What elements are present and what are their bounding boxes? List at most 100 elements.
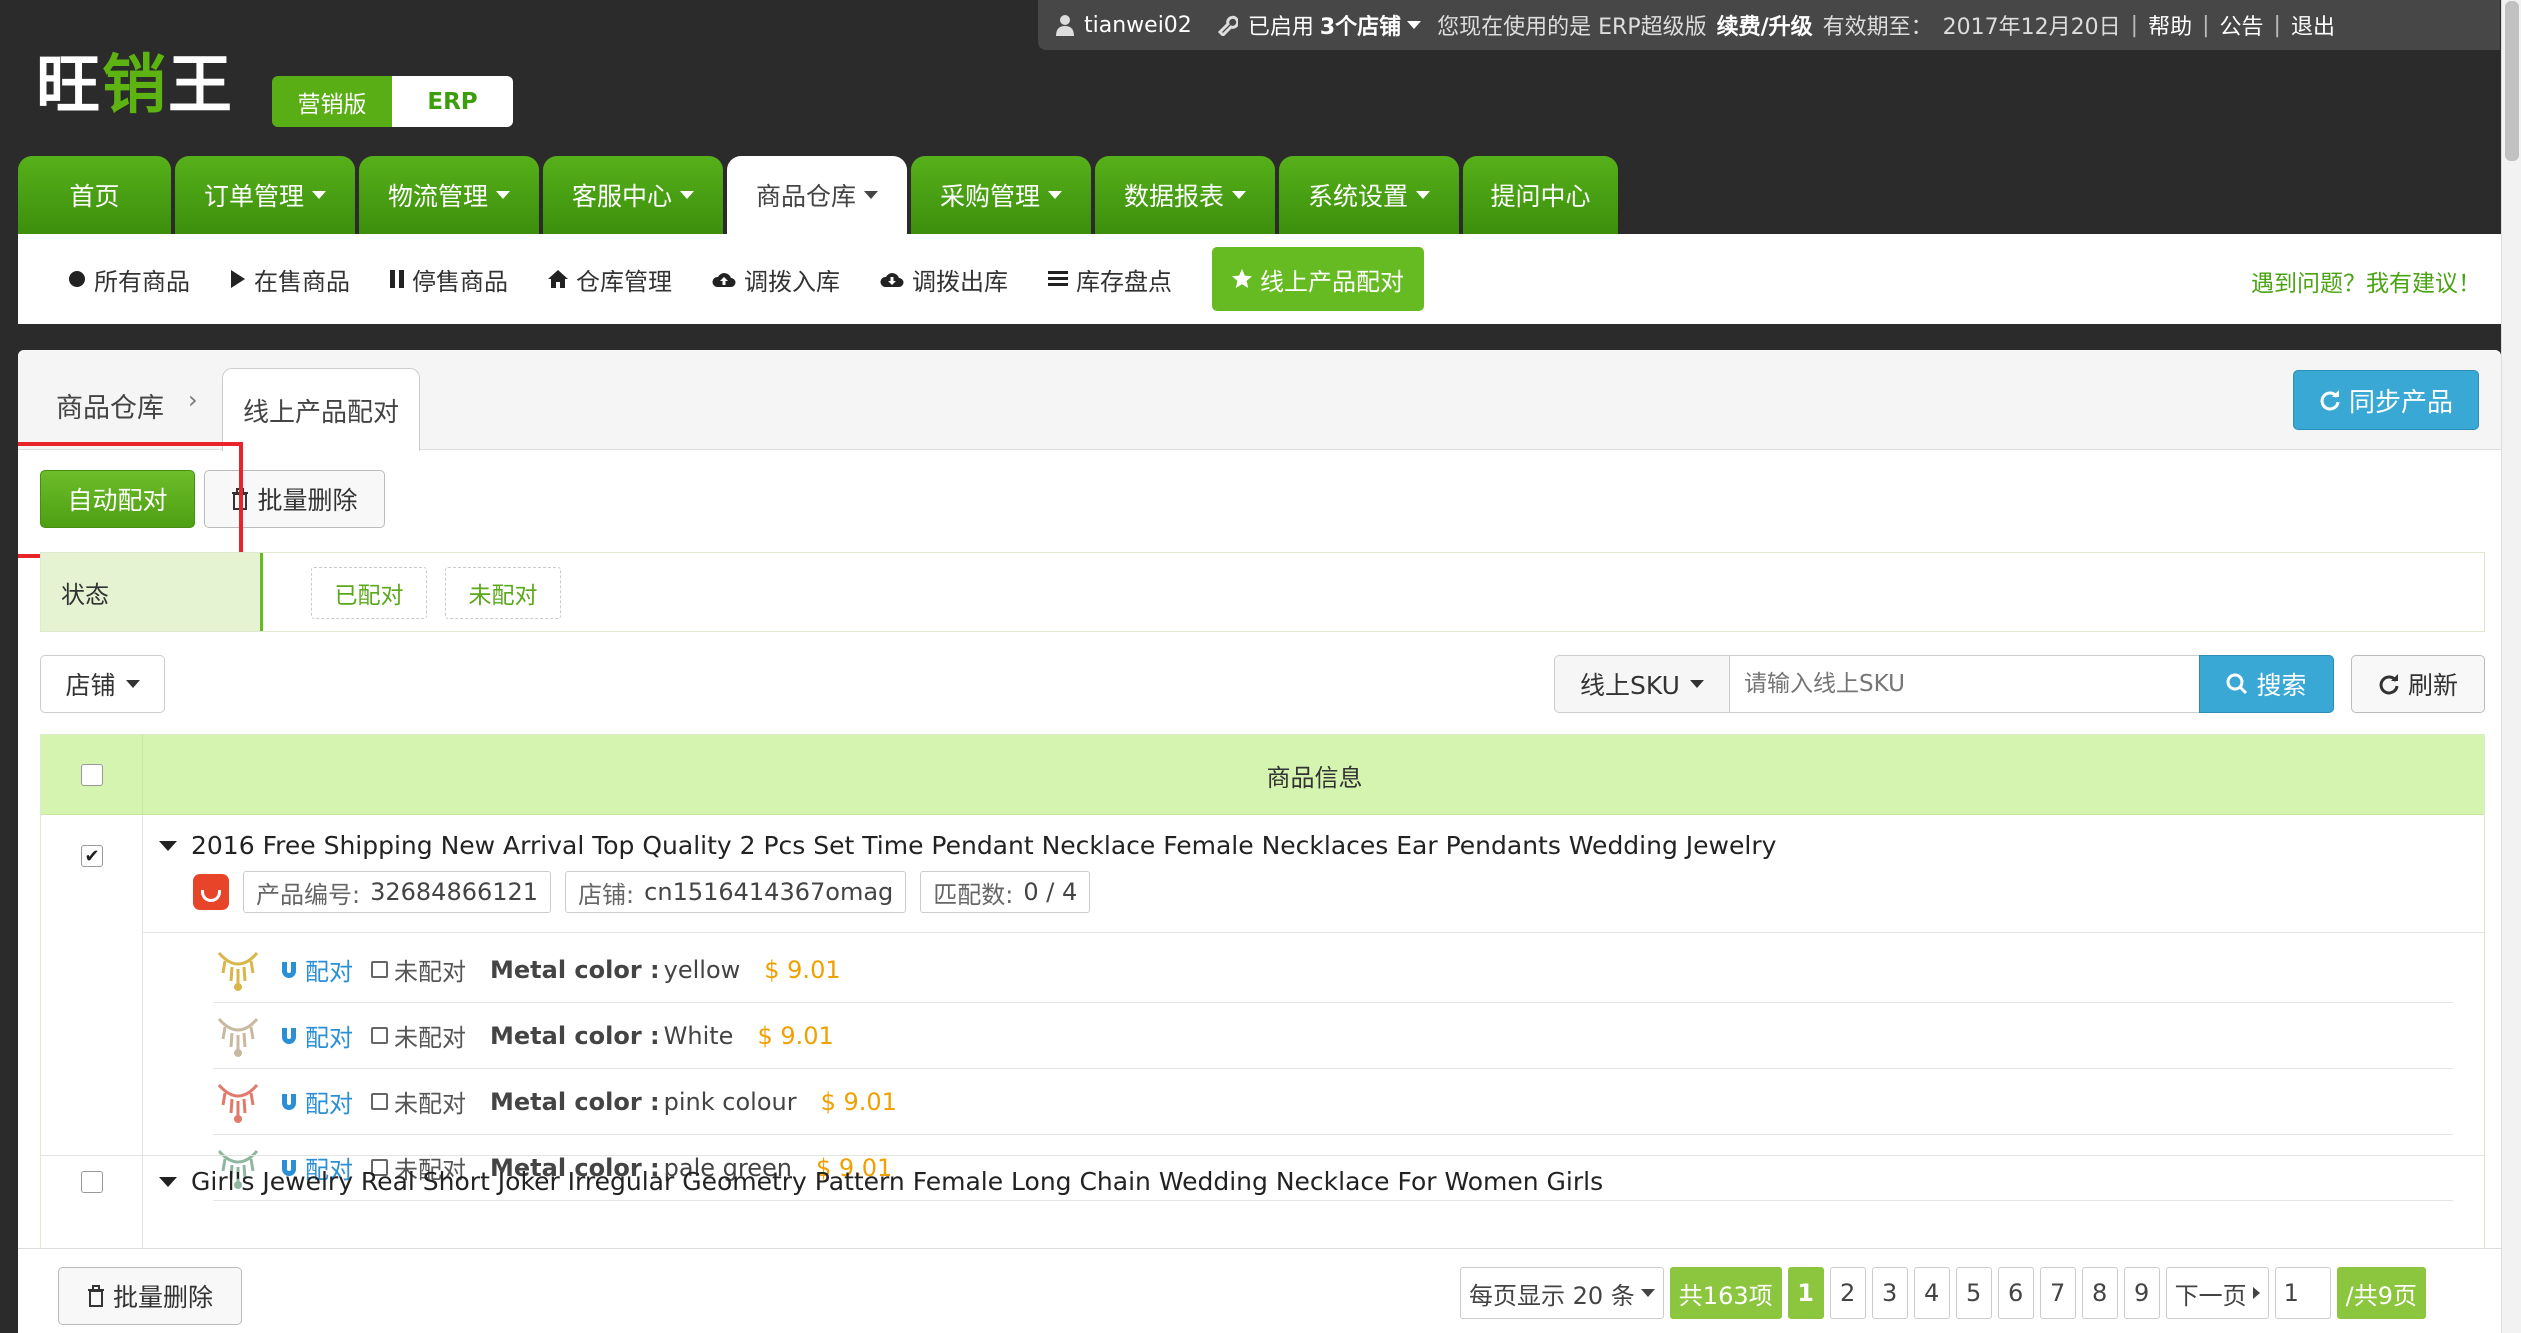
pair-link[interactable]: 配对 <box>279 952 353 987</box>
search-button[interactable]: 搜索 <box>2199 655 2334 713</box>
next-page-button[interactable]: 下一页 <box>2165 1267 2269 1319</box>
checkbox-square-icon <box>371 961 388 978</box>
page-button-1-label: 1 <box>1797 1279 1814 1307</box>
subnav-item-5[interactable]: 调拨出库 <box>880 262 1008 297</box>
variant-row: 配对 未配对 Metal color : pink colour $ 9.01 <box>213 1069 2453 1135</box>
star-icon <box>1232 269 1252 289</box>
renew-link[interactable]: 续费/升级 <box>1717 9 1813 41</box>
nav-tab-label: 客服中心 <box>571 182 672 211</box>
logo[interactable]: 旺销王 <box>36 46 234 126</box>
unmatched-checkbox[interactable]: 未配对 <box>371 952 466 987</box>
product-table: 商品信息 ✔ 2016 Free Shipping New Arrival To… <box>40 734 2485 1333</box>
scrollbar-thumb[interactable] <box>2505 1 2519 161</box>
variant-price: $ 9.01 <box>764 955 841 984</box>
page-button-2-label: 2 <box>1839 1279 1856 1307</box>
unmatched-checkbox[interactable]: 未配对 <box>371 1084 466 1119</box>
search-field-select[interactable]: 线上SKU <box>1554 655 1730 713</box>
breadcrumb: 商品仓库 › 线上产品配对 同步产品 <box>18 350 2501 451</box>
page-button-7-label: 7 <box>2049 1279 2066 1307</box>
help-link[interactable]: 帮助 <box>2148 9 2192 41</box>
total-count-label: 共163项 <box>1678 1281 1773 1310</box>
pair-link[interactable]: 配对 <box>279 1018 353 1053</box>
expiry-date: 2017年12月20日 <box>1942 15 2121 40</box>
pair-label: 配对 <box>305 1024 353 1052</box>
page-button-8[interactable]: 8 <box>2081 1267 2118 1319</box>
subnav-item-3[interactable]: 仓库管理 <box>548 262 672 297</box>
nav-tab-2[interactable]: 物流管理 <box>359 156 539 234</box>
page-button-5-label: 5 <box>1965 1279 1982 1307</box>
page-button-1[interactable]: 1 <box>1787 1267 1824 1319</box>
shops-dropdown[interactable]: 已启用 3个店铺 <box>1248 9 1422 41</box>
nav-tab-1[interactable]: 订单管理 <box>175 156 355 234</box>
nav-tab-7[interactable]: 系统设置 <box>1279 156 1459 234</box>
version-text: 您现在使用的是 ERP超级版 <box>1437 15 1707 40</box>
variant-row: 配对 未配对 Metal color : yellow $ 9.01 <box>213 937 2453 1003</box>
sku-search-input[interactable] <box>1730 655 2200 713</box>
search-icon <box>2226 673 2248 695</box>
select-all-checkbox[interactable] <box>80 764 103 786</box>
nav-tab-4[interactable]: 商品仓库 <box>727 156 907 234</box>
product-title-row[interactable]: Girl's Jewelry Real Short Joker Irregula… <box>159 1167 1603 1196</box>
subnav-item-label: 在售商品 <box>254 267 350 296</box>
page-button-3[interactable]: 3 <box>1871 1267 1908 1319</box>
shop-label: 店铺: <box>578 880 635 909</box>
collapse-caret-icon[interactable] <box>159 840 177 851</box>
filter-matched[interactable]: 已配对 <box>311 567 427 619</box>
row-checkbox[interactable] <box>81 1171 103 1193</box>
product-title-row[interactable]: 2016 Free Shipping New Arrival Top Quali… <box>159 831 1776 860</box>
notice-link[interactable]: 公告 <box>2220 9 2264 41</box>
caret-down-icon <box>1232 191 1246 199</box>
breadcrumb-root[interactable]: 商品仓库 <box>56 386 164 425</box>
nav-tab-6[interactable]: 数据报表 <box>1095 156 1275 234</box>
subnav-item-6[interactable]: 库存盘点 <box>1048 262 1172 297</box>
logout-link[interactable]: 退出 <box>2291 9 2335 41</box>
subnav-item-4[interactable]: 调拨入库 <box>712 262 840 297</box>
caret-down-icon <box>1416 191 1430 199</box>
variant-attr-value: White <box>663 1021 734 1050</box>
nav-tab-0[interactable]: 首页 <box>18 156 171 234</box>
caret-right-icon <box>2252 1287 2260 1299</box>
product-title: 2016 Free Shipping New Arrival Top Quali… <box>191 831 1777 860</box>
page-button-3-label: 3 <box>1881 1279 1898 1307</box>
collapse-caret-icon[interactable] <box>159 1176 177 1187</box>
total-pages-label: /共9页 <box>2345 1281 2417 1310</box>
variant-row: 配对 未配对 Metal color : White $ 9.01 <box>213 1003 2453 1069</box>
subnav-item-0[interactable]: 所有商品 <box>68 262 190 297</box>
feedback-link[interactable]: 遇到问题？我有建议！ <box>2251 264 2481 298</box>
caret-down-icon <box>1407 21 1422 29</box>
shops-count: 3个店铺 <box>1319 15 1402 40</box>
scrollbar[interactable] <box>2501 0 2521 1333</box>
nav-tab-3[interactable]: 客服中心 <box>543 156 723 234</box>
page-button-6[interactable]: 6 <box>1997 1267 2034 1319</box>
page-button-9[interactable]: 9 <box>2123 1267 2160 1319</box>
edition-erp[interactable]: ERP <box>392 76 513 127</box>
goto-page-input[interactable] <box>2274 1267 2331 1319</box>
nav-tab-8[interactable]: 提问中心 <box>1463 156 1618 234</box>
sync-products-button[interactable]: 同步产品 <box>2293 370 2479 430</box>
shop-tag: 店铺: cn1516414367omag <box>565 871 907 913</box>
footer-batch-delete-button[interactable]: 批量删除 <box>58 1267 242 1325</box>
pair-link[interactable]: 配对 <box>279 1084 353 1119</box>
per-page-select[interactable]: 每页显示 20 条 <box>1460 1267 1664 1319</box>
product-id-label: 产品编号: <box>256 880 361 909</box>
search-button-label: 搜索 <box>2256 671 2307 700</box>
page-button-2[interactable]: 2 <box>1829 1267 1866 1319</box>
page-button-5[interactable]: 5 <box>1955 1267 1992 1319</box>
edition-marketing[interactable]: 营销版 <box>272 76 392 127</box>
user-icon <box>1056 15 1074 36</box>
variant-thumbnail <box>213 945 263 995</box>
breadcrumb-current-tab[interactable]: 线上产品配对 <box>222 368 420 451</box>
shop-filter-dropdown[interactable]: 店铺 <box>40 655 165 713</box>
subnav-item-7[interactable]: 线上产品配对 <box>1212 247 1424 311</box>
unmatched-checkbox[interactable]: 未配对 <box>371 1018 466 1053</box>
refresh-button[interactable]: 刷新 <box>2351 655 2485 713</box>
filter-unmatched[interactable]: 未配对 <box>445 567 561 619</box>
product-id-value: 32684866121 <box>370 878 539 906</box>
page-button-7[interactable]: 7 <box>2039 1267 2076 1319</box>
row-checkbox[interactable]: ✔ <box>81 845 103 867</box>
page-button-4[interactable]: 4 <box>1913 1267 1950 1319</box>
nav-tab-5[interactable]: 采购管理 <box>911 156 1091 234</box>
subnav-item-1[interactable]: 在售商品 <box>230 262 350 297</box>
subnav-item-2[interactable]: 停售商品 <box>390 262 508 297</box>
username[interactable]: tianwei02 <box>1084 13 1192 38</box>
